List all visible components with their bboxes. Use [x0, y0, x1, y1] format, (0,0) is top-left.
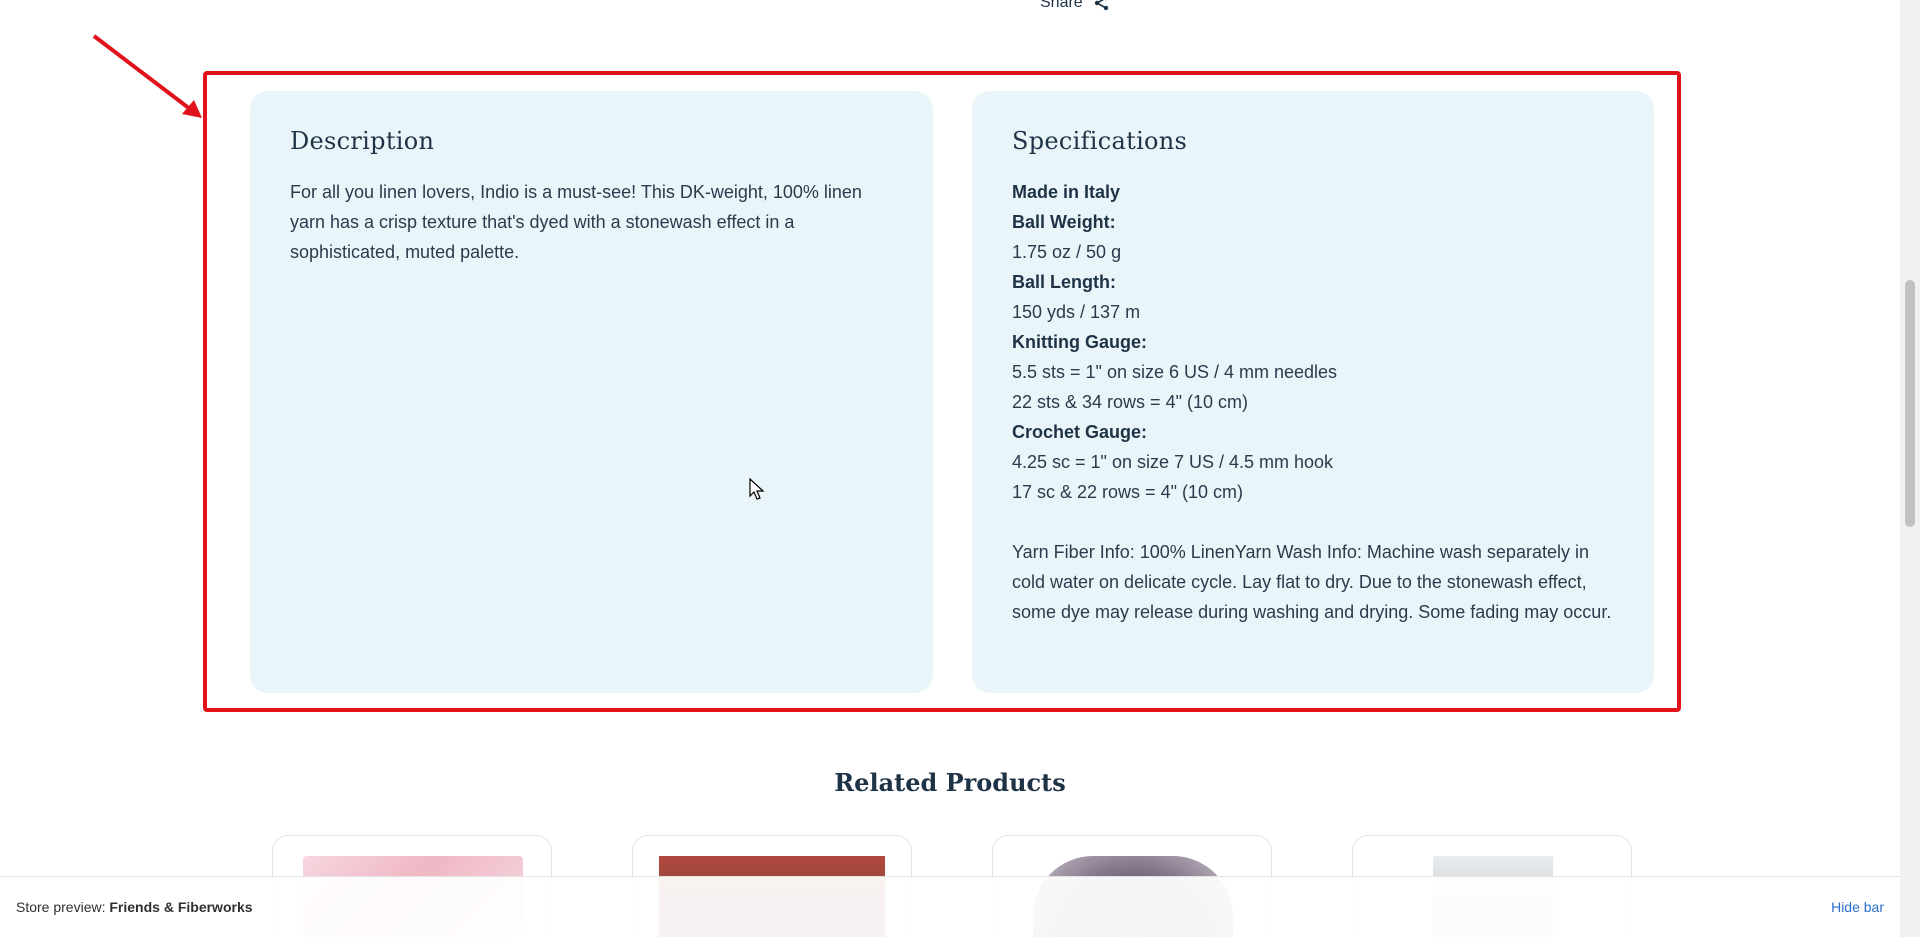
annotation-arrow — [92, 34, 202, 118]
store-preview-bar: Store preview: Friends & Fiberworks Hide… — [0, 876, 1900, 937]
spec-crochet-gauge-label: Crochet Gauge: — [1012, 422, 1148, 442]
spec-crochet-gauge-line2: 17 sc & 22 rows = 4" (10 cm) — [1012, 482, 1243, 502]
spec-ball-length-value: 150 yds / 137 m — [1012, 302, 1141, 322]
mouse-cursor-icon — [749, 478, 765, 500]
share-icon — [1094, 0, 1108, 11]
scrollbar-thumb[interactable] — [1905, 280, 1915, 527]
share-button[interactable]: Share — [1040, 0, 1111, 12]
specifications-title: Specifications — [1012, 127, 1188, 155]
store-preview-prefix: Store preview: — [16, 899, 110, 915]
spec-crochet-gauge-line1: 4.25 sc = 1" on size 7 US / 4.5 mm hook — [1012, 452, 1334, 472]
spec-knitting-gauge-label: Knitting Gauge: — [1012, 332, 1147, 352]
store-name: Friends & Fiberworks — [109, 899, 253, 915]
description-panel: Description For all you linen lovers, In… — [250, 91, 933, 693]
spec-made-in: Made in Italy — [1012, 182, 1121, 202]
store-preview-text: Store preview: Friends & Fiberworks — [16, 899, 253, 915]
spec-ball-weight-value: 1.75 oz / 50 g — [1012, 242, 1122, 262]
spec-fiber-wash-info: Yarn Fiber Info: 100% LinenYarn Wash Inf… — [1012, 542, 1612, 622]
description-text: For all you linen lovers, Indio is a mus… — [290, 182, 862, 262]
hide-bar-link[interactable]: Hide bar — [1831, 899, 1884, 915]
spec-knitting-gauge-line2: 22 sts & 34 rows = 4" (10 cm) — [1012, 392, 1248, 412]
specifications-panel: Specifications Made in Italy Ball Weight… — [972, 91, 1654, 693]
description-title: Description — [290, 127, 435, 155]
vertical-scrollbar[interactable] — [1900, 0, 1920, 937]
spec-spacer — [1012, 507, 1614, 537]
related-products-title: Related Products — [834, 768, 1066, 797]
spec-ball-weight-label: Ball Weight: — [1012, 212, 1116, 232]
spec-ball-length-label: Ball Length: — [1012, 272, 1116, 292]
share-label: Share — [1040, 0, 1083, 11]
spec-knitting-gauge-line1: 5.5 sts = 1" on size 6 US / 4 mm needles — [1012, 362, 1338, 382]
